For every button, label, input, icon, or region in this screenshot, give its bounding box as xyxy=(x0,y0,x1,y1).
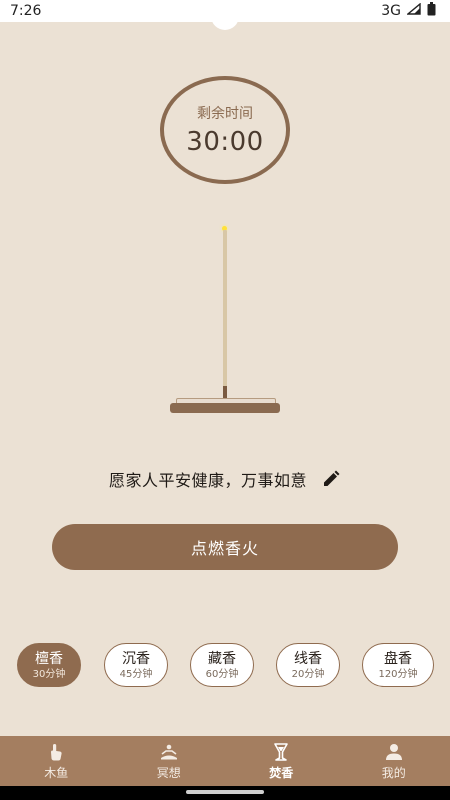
incense-option-duration: 45分钟 xyxy=(119,668,153,680)
light-incense-button[interactable]: 点燃香火 xyxy=(52,524,398,570)
incense-option-coil[interactable]: 盘香 120分钟 xyxy=(362,643,434,687)
bottom-tab-bar: 木鱼 冥想 焚香 我的 xyxy=(0,736,450,786)
incense-option-duration: 30分钟 xyxy=(32,668,66,680)
network-type: 3G xyxy=(381,3,401,19)
incense-option-name: 檀香 xyxy=(35,650,63,667)
incense-option-duration: 20分钟 xyxy=(291,668,325,680)
incense-icon xyxy=(271,742,291,762)
tab-label: 焚香 xyxy=(269,765,294,780)
timer-value: 30:00 xyxy=(186,127,264,157)
incense-type-selector: 檀香 30分钟 沉香 45分钟 藏香 60分钟 线香 20分钟 盘香 120分钟 xyxy=(17,643,437,689)
camera-notch xyxy=(211,8,239,30)
incense-option-tibetan[interactable]: 藏香 60分钟 xyxy=(190,643,254,687)
incense-option-duration: 60分钟 xyxy=(205,668,239,680)
tab-wooden-fish[interactable]: 木鱼 xyxy=(0,736,113,786)
hand-tap-icon xyxy=(46,742,66,762)
incense-stick xyxy=(223,230,227,396)
incense-option-name: 沉香 xyxy=(122,650,150,667)
system-navigation-bar xyxy=(0,786,450,800)
tab-label: 我的 xyxy=(381,765,406,780)
incense-option-stick[interactable]: 线香 20分钟 xyxy=(276,643,340,687)
timer-label: 剩余时间 xyxy=(197,106,253,122)
tab-profile[interactable]: 我的 xyxy=(338,736,450,786)
wish-row: 愿家人平安健康，万事如意 xyxy=(0,466,450,492)
incense-illustration xyxy=(0,220,450,420)
incense-option-name: 藏香 xyxy=(208,650,236,667)
incense-option-duration: 120分钟 xyxy=(378,668,418,680)
status-indicators: 3G xyxy=(381,2,436,20)
signal-icon xyxy=(406,2,421,19)
tab-incense[interactable]: 焚香 xyxy=(225,736,338,786)
person-icon xyxy=(384,742,404,762)
tab-label: 木鱼 xyxy=(44,765,69,780)
tab-label: 冥想 xyxy=(156,765,181,780)
edit-pencil-icon[interactable] xyxy=(321,469,341,489)
incense-option-agarwood[interactable]: 沉香 45分钟 xyxy=(104,643,168,687)
incense-option-sandalwood[interactable]: 檀香 30分钟 xyxy=(17,643,81,687)
incense-option-name: 盘香 xyxy=(384,650,412,667)
incense-burner xyxy=(170,403,280,413)
wish-text: 愿家人平安健康，万事如意 xyxy=(108,471,307,490)
timer-display: 剩余时间 30:00 xyxy=(160,76,290,184)
meditation-icon xyxy=(159,742,179,762)
home-indicator[interactable] xyxy=(186,790,264,794)
battery-icon xyxy=(427,2,436,20)
status-time: 7:26 xyxy=(10,3,42,19)
tab-meditation[interactable]: 冥想 xyxy=(113,736,226,786)
incense-option-name: 线香 xyxy=(294,650,322,667)
